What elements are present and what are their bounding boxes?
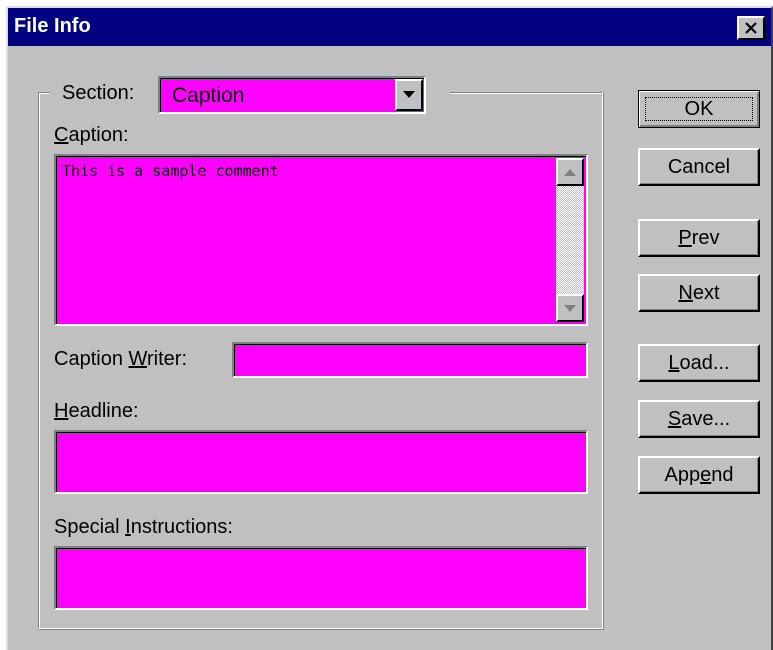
scroll-down-button[interactable] (556, 294, 584, 322)
caption-scrollbar[interactable] (556, 158, 584, 322)
section-dropdown-button[interactable] (395, 79, 423, 111)
arrow-down-icon (564, 304, 576, 312)
special-instructions-label: Special Instructions: (54, 516, 233, 538)
cancel-button[interactable]: Cancel (638, 148, 760, 186)
section-label: Section: (62, 82, 135, 104)
caption-writer-label: Caption Writer: (54, 348, 188, 370)
file-info-dialog: File Info Section: Caption Caption: This… (6, 6, 773, 650)
headline-label: Headline: (54, 400, 139, 422)
caption-writer-field[interactable] (232, 342, 588, 378)
close-button[interactable] (737, 16, 765, 40)
load-button[interactable]: Load... (638, 344, 760, 382)
title-bar[interactable]: File Info (8, 8, 771, 46)
special-instructions-field[interactable] (54, 546, 588, 610)
scroll-up-button[interactable] (556, 158, 584, 186)
caption-textarea[interactable]: This is a sample comment (54, 154, 588, 326)
section-selected-value: Caption (172, 84, 245, 107)
append-button[interactable]: Append (638, 456, 760, 494)
prev-button[interactable]: Prev (638, 219, 760, 257)
ok-button[interactable]: OK (638, 90, 760, 128)
caption-label: Caption: (54, 124, 129, 146)
close-x-icon (745, 22, 757, 34)
headline-field[interactable] (54, 430, 588, 494)
next-button[interactable]: Next (638, 274, 760, 312)
window-title: File Info (14, 15, 91, 37)
section-dropdown[interactable]: Caption (158, 76, 426, 114)
arrow-up-icon (564, 168, 576, 176)
caption-text-value: This is a sample comment (62, 162, 279, 180)
chevron-down-icon (403, 91, 415, 98)
save-button[interactable]: Save... (638, 400, 760, 438)
